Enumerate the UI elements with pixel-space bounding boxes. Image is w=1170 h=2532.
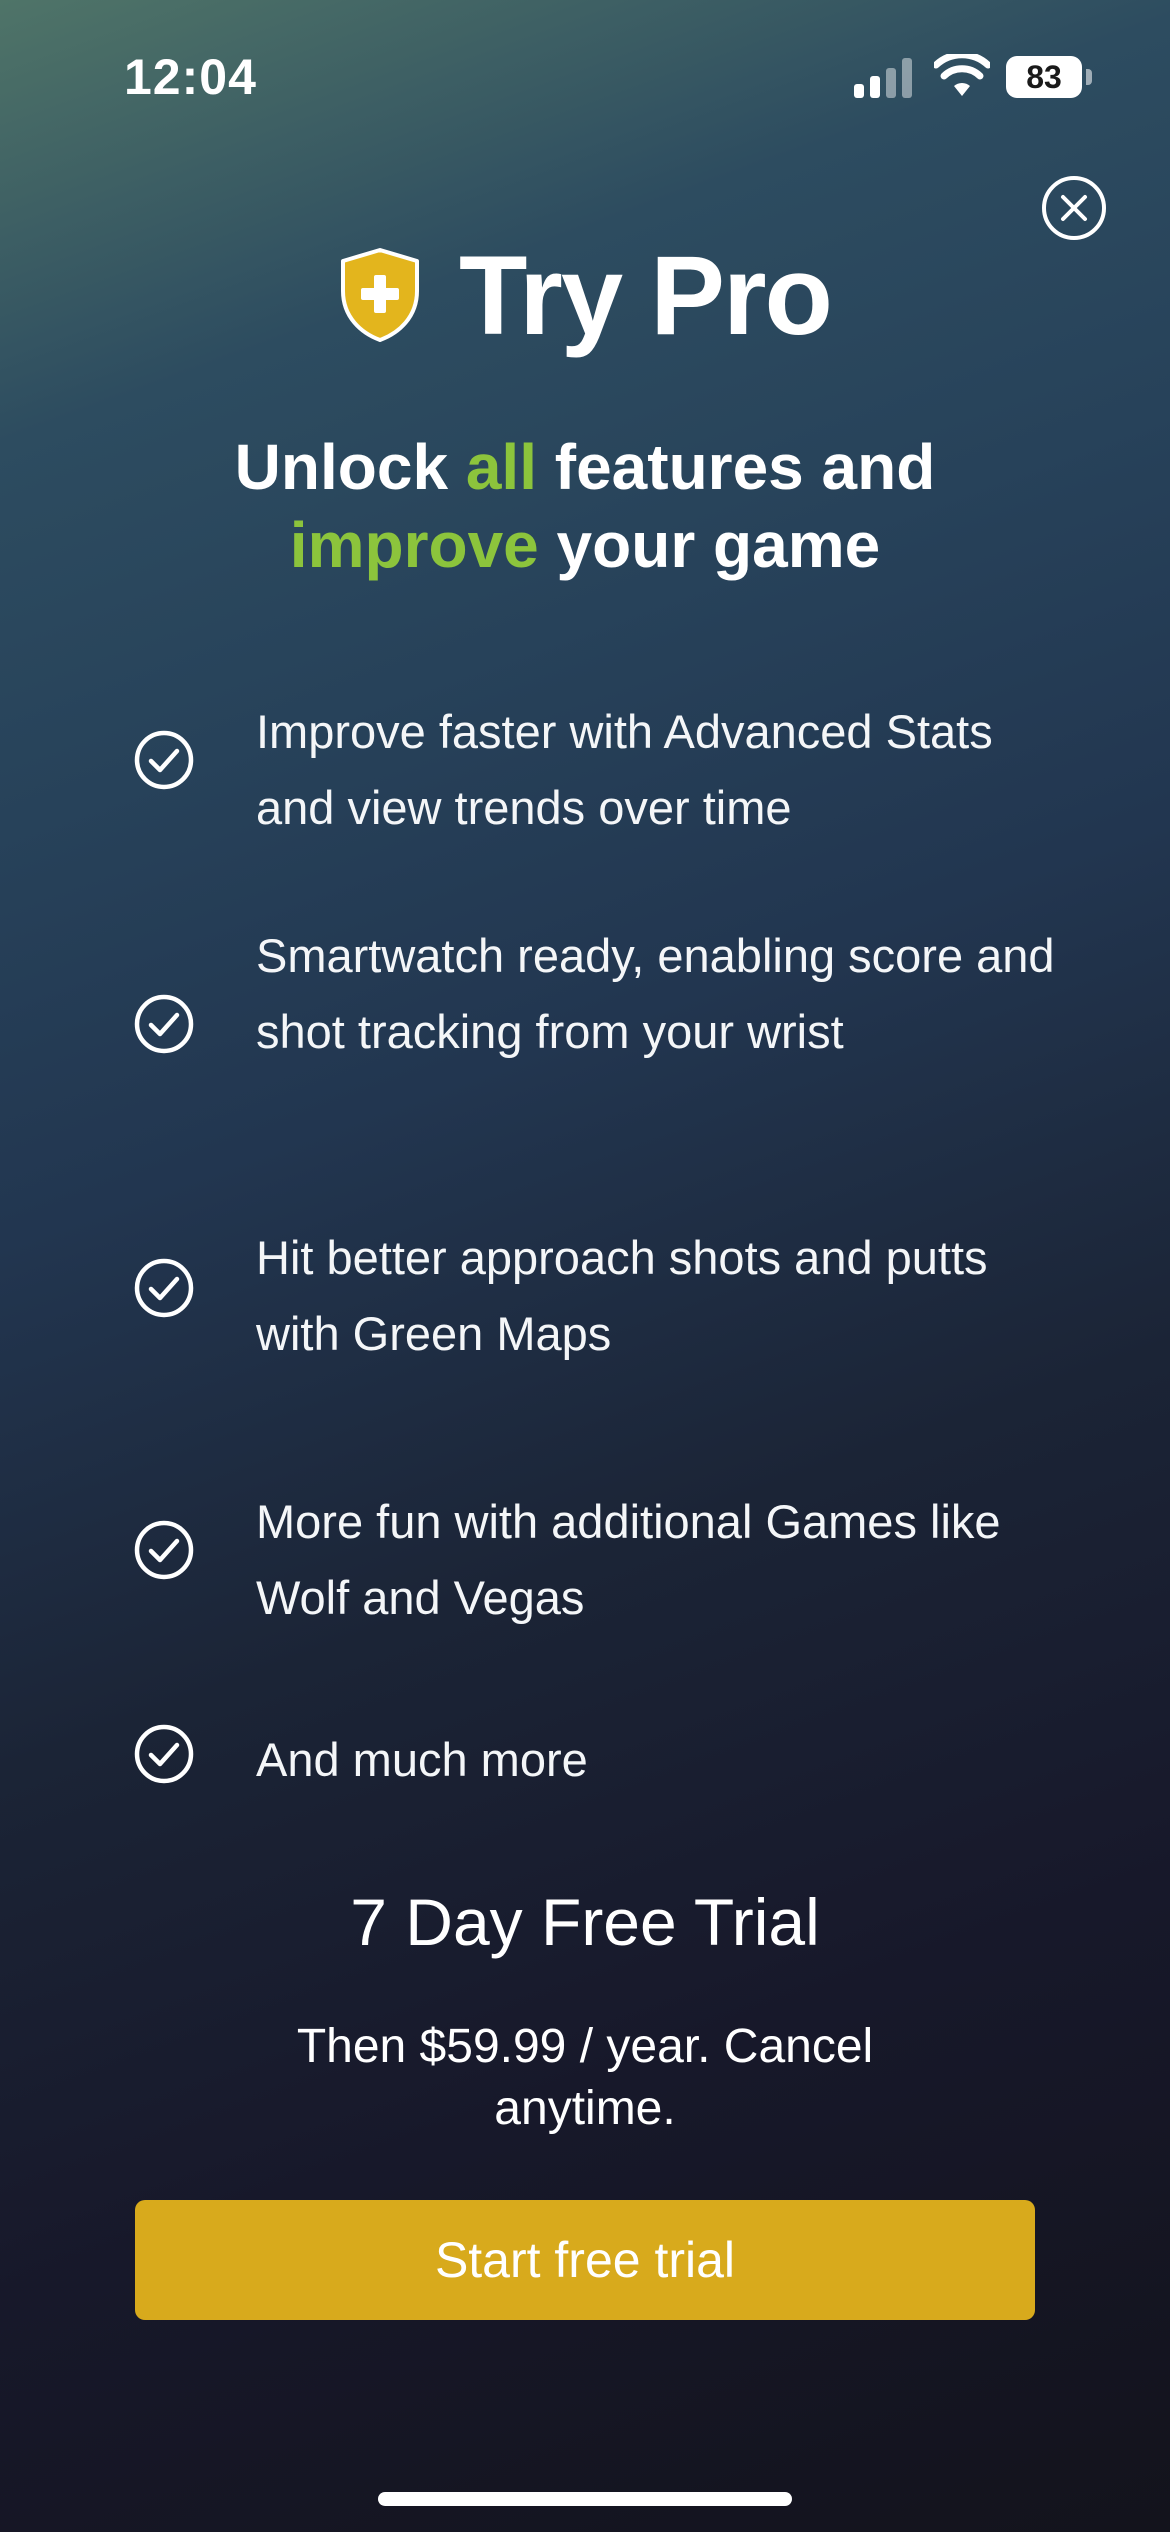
feature-text: Smartwatch ready, enabling score and sho… [256,929,1055,1058]
status-bar: 12:04 83 [0,0,1170,150]
wifi-icon [934,54,990,96]
headline-text: features and [536,431,936,503]
headline-accent: all [465,431,537,503]
battery-tip [1086,69,1092,85]
headline-text: your game [538,509,881,581]
check-circle-icon [134,1724,194,1784]
page-title: Try Pro [459,232,833,358]
brand-header: Try Pro [0,230,1170,360]
headline-text: Unlock [234,431,466,503]
check-circle-icon [134,1258,194,1318]
trial-subtitle: Then $59.99 / year. Cancel anytime. [296,2020,874,2135]
feature-text: More fun with additional Games like Wolf… [256,1495,1001,1624]
home-indicator[interactable] [378,2492,792,2506]
headline-accent: improve [289,509,539,581]
feature-text: Improve faster with Advanced Stats and v… [256,705,993,834]
check-circle-icon [134,994,194,1054]
start-free-trial-button[interactable]: Start free trial [135,2200,1035,2320]
headline: Unlock all features and improve your gam… [60,428,1110,584]
trial-title: 7 Day Free Trial [350,1885,820,1959]
status-time: 12:04 [124,49,257,105]
feature-text: And much more [256,1733,588,1786]
cellular-signal-icon [854,58,912,98]
feature-text: Hit better approach shots and putts with… [256,1231,988,1360]
pro-shield-icon [341,248,420,342]
battery-level: 83 [1006,56,1082,98]
check-circle-icon [134,730,194,790]
battery-icon: 83 [1006,56,1092,98]
check-circle-icon [134,1520,194,1580]
